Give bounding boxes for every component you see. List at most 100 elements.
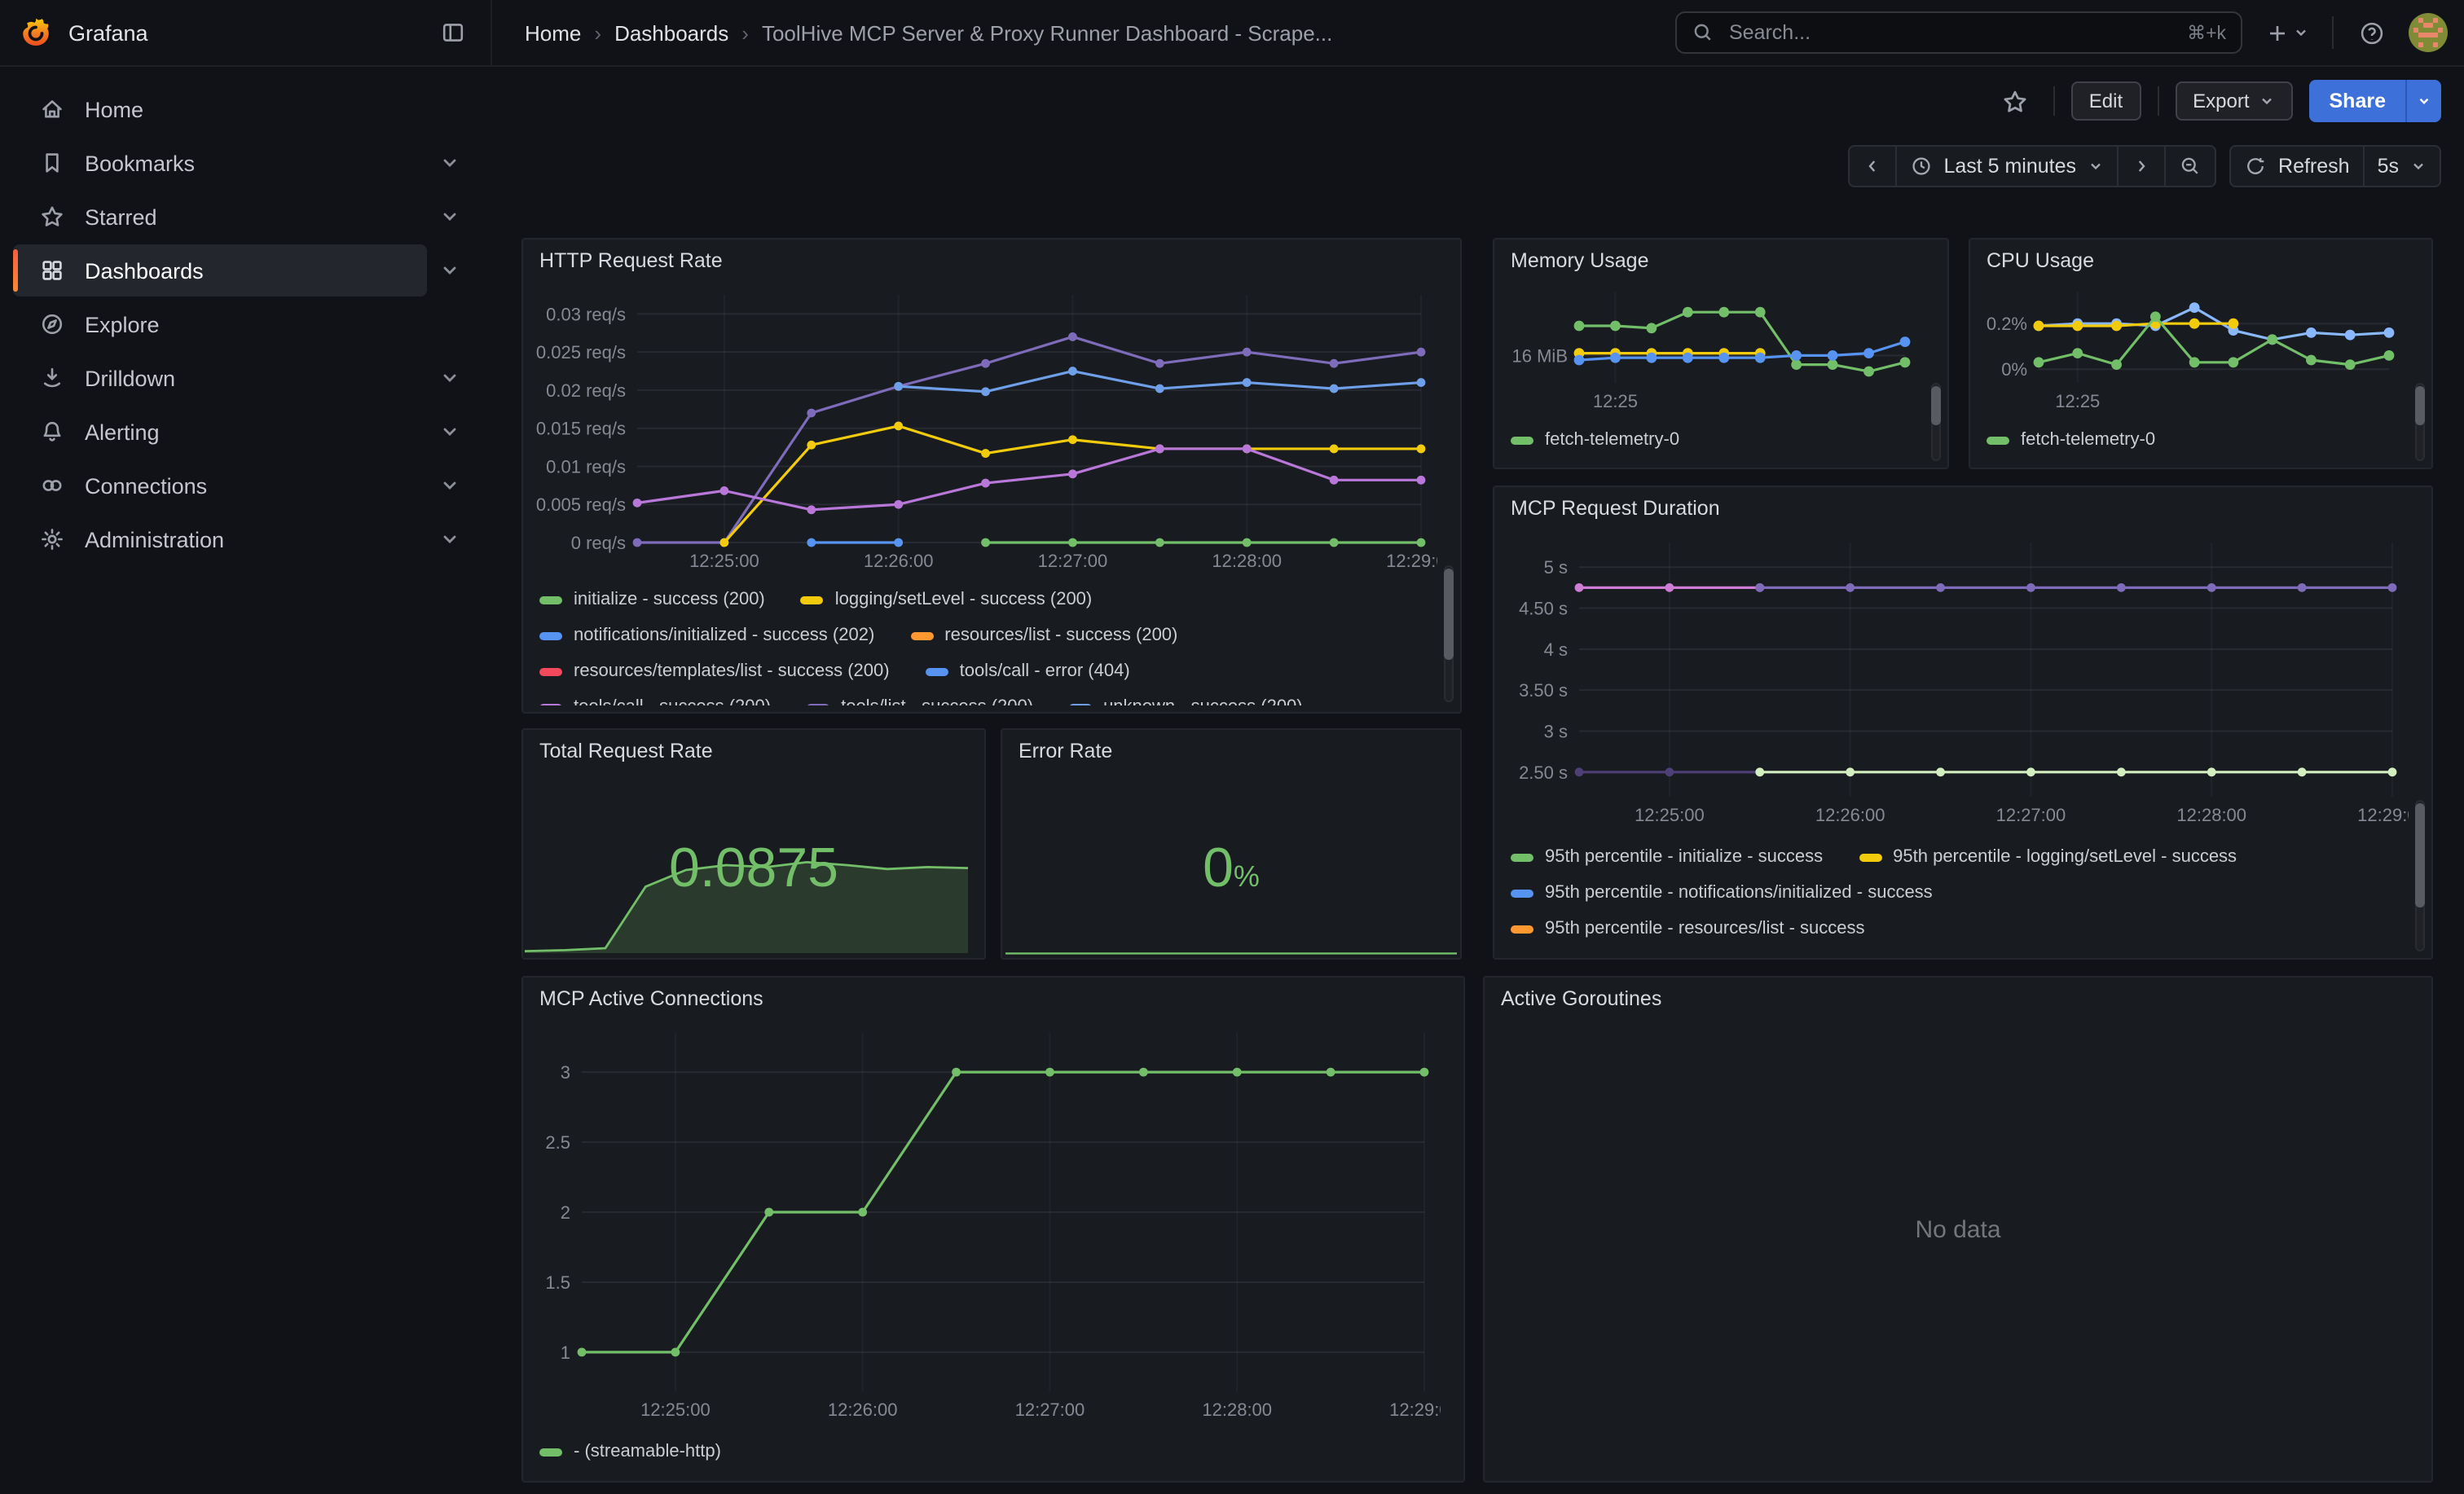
legend-item[interactable]: 95th percentile - logging/setLevel - suc… xyxy=(1859,847,2237,867)
chevron-down-icon[interactable] xyxy=(433,147,466,179)
svg-text:12:28:00: 12:28:00 xyxy=(2176,805,2246,825)
sidebar-link-alerting[interactable]: Alerting xyxy=(13,406,427,458)
chevron-down-icon[interactable] xyxy=(433,362,466,394)
avatar[interactable] xyxy=(2409,13,2448,52)
zoom-out-button[interactable] xyxy=(2166,145,2216,187)
sidebar-link-explore[interactable]: Explore xyxy=(13,298,466,350)
chevron-down-icon[interactable] xyxy=(433,469,466,502)
breadcrumb-separator: › xyxy=(741,20,749,45)
panel-title[interactable]: Total Request Rate xyxy=(539,740,713,762)
search-box[interactable]: ⌘+k xyxy=(1675,11,2242,54)
panel-title[interactable]: MCP Active Connections xyxy=(539,987,763,1010)
star-dashboard-icon[interactable] xyxy=(1995,80,2037,122)
svg-text:12:25: 12:25 xyxy=(2055,391,2100,411)
bell-icon xyxy=(39,419,65,445)
panel-title[interactable]: CPU Usage xyxy=(1987,249,2094,272)
share-dropdown-button[interactable] xyxy=(2405,80,2441,122)
breadcrumb-item[interactable]: Dashboards xyxy=(614,20,728,45)
legend-item[interactable]: 95th percentile - resources/list - succe… xyxy=(1511,919,1865,938)
time-range-picker[interactable]: Last 5 minutes xyxy=(1896,145,2119,187)
legend-swatch xyxy=(1069,703,1092,705)
legend-label: unknown - success (200) xyxy=(1103,697,1303,705)
mcp-request-duration-chart[interactable]: 5 s4.50 s4 s3.50 s3 s2.50 s12:25:0012:26… xyxy=(1507,529,2409,829)
svg-text:12:26:00: 12:26:00 xyxy=(828,1400,898,1420)
legend-scrollbar[interactable] xyxy=(1931,386,1941,425)
legend-item[interactable]: tools/call - error (404) xyxy=(926,661,1130,681)
sidebar-link-drilldown[interactable]: Drilldown xyxy=(13,352,427,404)
refresh-button[interactable]: Refresh xyxy=(2229,145,2365,187)
chevron-down-icon[interactable] xyxy=(433,415,466,448)
mcp-active-connections-legend: - (streamable-http) xyxy=(539,1434,1434,1476)
legend-scrollbar[interactable] xyxy=(2415,803,2425,907)
legend-label: tools/call - error (404) xyxy=(960,661,1130,681)
chevron-down-icon[interactable] xyxy=(433,254,466,287)
mcp-active-connections-chart[interactable]: 32.521.5112:25:0012:26:0012:27:0012:28:0… xyxy=(536,1020,1441,1424)
sidebar-item-label: Starred xyxy=(85,204,157,229)
help-icon[interactable] xyxy=(2350,11,2392,54)
search-input[interactable] xyxy=(1726,20,2176,46)
legend-item[interactable]: 95th percentile - initialize - success xyxy=(1511,847,1823,867)
legend-swatch xyxy=(1987,436,2009,444)
time-range-group: Last 5 minutes xyxy=(1847,145,2216,187)
chevron-down-icon[interactable] xyxy=(433,200,466,233)
legend-scrollbar[interactable] xyxy=(1444,569,1454,660)
memory-usage-legend: fetch-telemetry-0 xyxy=(1511,422,1918,464)
svg-text:12:27:00: 12:27:00 xyxy=(1038,551,1108,571)
sidebar-item-bookmarks: Bookmarks xyxy=(13,137,466,189)
panel-http-request-rate: HTTP Request Rate 0 req/s0.005 req/s0.01… xyxy=(521,238,1462,714)
time-back-button[interactable] xyxy=(1847,145,1896,187)
legend-item[interactable]: - (streamable-http) xyxy=(539,1442,721,1461)
panel-title[interactable]: MCP Request Duration xyxy=(1511,497,1720,520)
edit-button[interactable]: Edit xyxy=(2071,81,2141,121)
sidebar-item-label: Connections xyxy=(85,473,207,498)
panel-title[interactable]: Memory Usage xyxy=(1511,249,1649,272)
legend-item[interactable]: fetch-telemetry-0 xyxy=(1987,430,2155,450)
error-rate-value: 0% xyxy=(1002,837,1460,901)
cpu-usage-chart[interactable]: 0.2%0%12:25 xyxy=(1980,279,2405,415)
legend-item[interactable]: resources/templates/list - success (200) xyxy=(539,661,890,681)
sidebar-item-connections: Connections xyxy=(13,459,466,512)
apps-icon xyxy=(39,257,65,283)
chevron-down-icon[interactable] xyxy=(433,523,466,556)
grafana-logo-icon[interactable] xyxy=(20,16,52,49)
legend-item[interactable]: tools/call - success (200) xyxy=(539,697,771,705)
svg-text:12:26:00: 12:26:00 xyxy=(864,551,934,571)
legend-item[interactable]: 95th percentile - notifications/initiali… xyxy=(1511,883,1933,903)
legend-swatch xyxy=(539,631,562,639)
svg-text:1.5: 1.5 xyxy=(545,1272,570,1293)
legend-item[interactable]: resources/list - success (200) xyxy=(910,626,1177,645)
panel-title[interactable]: Error Rate xyxy=(1019,740,1112,762)
sidebar-link-dashboards[interactable]: Dashboards xyxy=(13,244,427,297)
svg-text:12:25: 12:25 xyxy=(1593,391,1638,411)
share-button[interactable]: Share xyxy=(2310,80,2406,122)
http-request-rate-chart[interactable]: 0 req/s0.005 req/s0.01 req/s0.015 req/s0… xyxy=(536,282,1437,575)
export-button[interactable]: Export xyxy=(2175,81,2293,121)
memory-usage-chart[interactable]: 16 MiB12:25 xyxy=(1504,279,1921,415)
sidebar-link-administration[interactable]: Administration xyxy=(13,513,427,565)
sidebar-link-bookmarks[interactable]: Bookmarks xyxy=(13,137,427,189)
legend-scrollbar[interactable] xyxy=(2415,386,2425,425)
sidebar-link-home[interactable]: Home xyxy=(13,83,466,135)
time-forward-button[interactable] xyxy=(2119,145,2166,187)
svg-text:3.50 s: 3.50 s xyxy=(1519,680,1568,701)
legend-item[interactable]: notifications/initialized - success (202… xyxy=(539,626,874,645)
legend-swatch xyxy=(807,703,829,705)
time-controls: Last 5 minutes Refresh 5s xyxy=(492,135,2464,197)
legend-label: resources/list - success (200) xyxy=(944,626,1177,645)
refresh-interval-picker[interactable]: 5s xyxy=(2365,145,2441,187)
sidebar-link-connections[interactable]: Connections xyxy=(13,459,427,512)
sidebar-link-starred[interactable]: Starred xyxy=(13,191,427,243)
panel-title[interactable]: Active Goroutines xyxy=(1501,987,1661,1010)
panel-title[interactable]: HTTP Request Rate xyxy=(539,249,723,272)
breadcrumb-item[interactable]: Home xyxy=(525,20,581,45)
legend-item[interactable]: logging/setLevel - success (200) xyxy=(801,590,1093,609)
legend-swatch xyxy=(539,703,562,705)
legend-item[interactable]: initialize - success (200) xyxy=(539,590,765,609)
legend-item[interactable]: tools/list - success (200) xyxy=(807,697,1033,705)
dock-sidebar-icon[interactable] xyxy=(432,11,474,54)
svg-text:12:26:00: 12:26:00 xyxy=(1815,805,1885,825)
add-button[interactable] xyxy=(2259,11,2316,54)
svg-text:12:27:00: 12:27:00 xyxy=(1996,805,2066,825)
legend-item[interactable]: unknown - success (200) xyxy=(1069,697,1303,705)
legend-item[interactable]: fetch-telemetry-0 xyxy=(1511,430,1679,450)
